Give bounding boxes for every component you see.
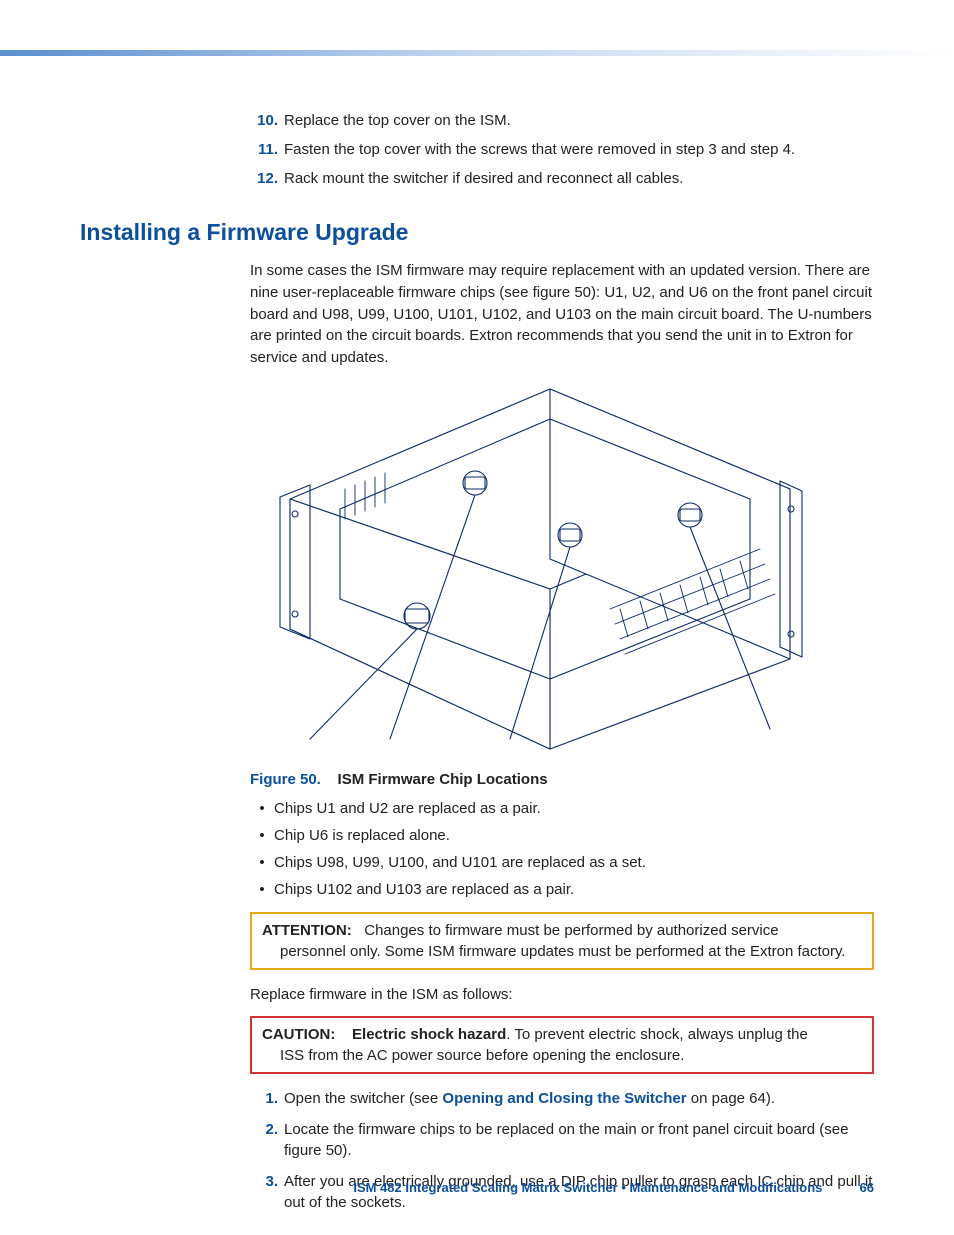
step-number: 10. xyxy=(250,110,278,131)
replace-lead: Replace firmware in the ISM as follows: xyxy=(80,984,874,1006)
step-text: Rack mount the switcher if desired and r… xyxy=(284,168,683,189)
attention-text-start: Changes to firmware must be performed by… xyxy=(364,922,778,939)
list-item: 10. Replace the top cover on the ISM. xyxy=(80,110,874,131)
footer-title: ISM 482 Integrated Scaling Matrix Switch… xyxy=(353,1180,822,1195)
step-number: 1. xyxy=(250,1088,278,1109)
step-text: Open the switcher (see Opening and Closi… xyxy=(284,1088,775,1109)
page-footer: ISM 482 Integrated Scaling Matrix Switch… xyxy=(0,1180,954,1195)
caution-box: CAUTION: Electric shock hazard. To preve… xyxy=(250,1016,874,1074)
text-pre: Open the switcher (see xyxy=(284,1090,442,1107)
figure-caption-text: ISM Firmware Chip Locations xyxy=(338,771,548,788)
section-heading: Installing a Firmware Upgrade xyxy=(80,219,874,246)
bullet-text: Chip U6 is replaced alone. xyxy=(274,827,450,844)
ordered-list-top: 10. Replace the top cover on the ISM. 11.… xyxy=(80,110,874,189)
caution-bold: Electric shock hazard xyxy=(352,1026,506,1043)
attention-text-rest: personnel only. Some ISM firmware update… xyxy=(262,941,862,962)
step-text: Replace the top cover on the ISM. xyxy=(284,110,511,131)
list-item: Chips U98, U99, U100, and U101 are repla… xyxy=(250,854,874,871)
attention-label: ATTENTION: xyxy=(262,922,352,939)
device-illustration xyxy=(250,379,810,759)
step-number: 11. xyxy=(250,139,278,160)
bullet-list: Chips U1 and U2 are replaced as a pair. … xyxy=(80,800,874,898)
text-post: on page 64). xyxy=(687,1090,775,1107)
step-number: 12. xyxy=(250,168,278,189)
figure-diagram xyxy=(80,379,874,759)
list-item: 2.Locate the firmware chips to be replac… xyxy=(250,1119,874,1161)
bullet-text: Chips U102 and U103 are replaced as a pa… xyxy=(274,881,574,898)
list-item: Chips U102 and U103 are replaced as a pa… xyxy=(250,881,874,898)
cross-ref-link[interactable]: Opening and Closing the Switcher xyxy=(442,1090,686,1107)
step-number: 2. xyxy=(250,1119,278,1161)
page: 10. Replace the top cover on the ISM. 11.… xyxy=(0,0,954,1235)
step-text: Locate the firmware chips to be replaced… xyxy=(284,1119,874,1161)
intro-paragraph: In some cases the ISM firmware may requi… xyxy=(80,260,874,369)
header-rule xyxy=(0,50,954,56)
caution-text-start: . To prevent electric shock, always unpl… xyxy=(506,1026,808,1043)
step-text: Fasten the top cover with the screws tha… xyxy=(284,139,795,160)
bullet-text: Chips U98, U99, U100, and U101 are repla… xyxy=(274,854,646,871)
caution-label: CAUTION: xyxy=(262,1026,335,1043)
list-item: Chip U6 is replaced alone. xyxy=(250,827,874,844)
figure-caption: Figure 50. ISM Firmware Chip Locations xyxy=(80,771,874,788)
bullet-text: Chips U1 and U2 are replaced as a pair. xyxy=(274,800,541,817)
page-number: 66 xyxy=(844,1180,874,1195)
attention-box: ATTENTION: Changes to firmware must be p… xyxy=(250,912,874,970)
caution-text-rest: ISS from the AC power source before open… xyxy=(262,1045,862,1066)
list-item: 11. Fasten the top cover with the screws … xyxy=(80,139,874,160)
figure-label: Figure 50. xyxy=(250,771,321,788)
list-item: 12. Rack mount the switcher if desired an… xyxy=(80,168,874,189)
list-item: 1. Open the switcher (see Opening and Cl… xyxy=(250,1088,874,1109)
content-area: 10. Replace the top cover on the ISM. 11.… xyxy=(80,110,874,1223)
list-item: Chips U1 and U2 are replaced as a pair. xyxy=(250,800,874,817)
